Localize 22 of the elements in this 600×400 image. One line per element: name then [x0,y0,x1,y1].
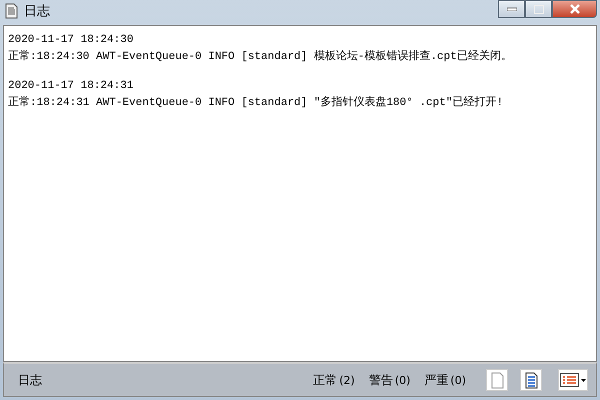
document-icon [5,3,18,19]
log-message: 正常:18:24:30 AWT-EventQueue-0 INFO [standard] 模板论坛-模板错误排查.cpt已经关闭。 [8,49,513,65]
maximize-icon [534,4,544,14]
close-icon [568,4,580,14]
log-timestamp: 2020-11-17 18:24:31 [8,79,134,94]
log-timestamp: 2020-11-17 18:24:30 [8,33,134,48]
level-filter[interactable]: 严重 (0) [424,372,466,388]
minimize-button[interactable] [498,0,525,18]
maximize-button[interactable] [525,0,552,18]
list-icon [560,373,586,387]
document-icon [524,372,538,388]
level-filter[interactable]: 正常 (2) [313,372,355,388]
minimize-icon [506,7,516,11]
window-title: 日志 [24,3,50,20]
clear-log-button[interactable] [486,369,508,391]
blank-page-icon [490,372,504,388]
close-button[interactable] [552,0,597,18]
log-message: 正常:18:24:31 AWT-EventQueue-0 INFO [standard] "多指针仪表盘180° .cpt"已经打开! [8,95,504,111]
status-label: 日志 [18,372,42,388]
list-dropdown-button[interactable] [558,369,588,391]
log-document-button[interactable] [520,369,542,391]
level-filter[interactable]: 警告 (0) [368,372,410,388]
